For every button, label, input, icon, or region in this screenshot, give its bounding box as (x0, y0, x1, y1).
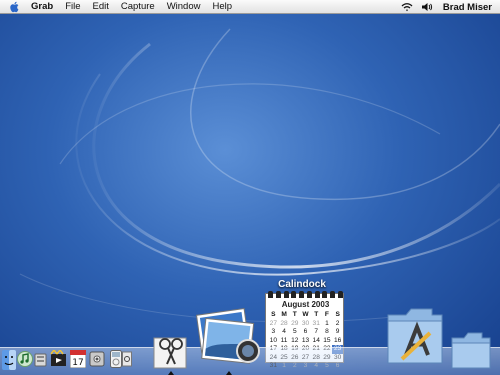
calendar-day: 1 (325, 319, 329, 327)
calendar-day: 2 (335, 319, 340, 327)
grab-app-icon[interactable] (122, 350, 132, 368)
system-preferences-icon[interactable] (89, 350, 105, 368)
calendar-day-header: M (281, 311, 287, 318)
menu-capture[interactable]: Capture (121, 1, 155, 12)
calendar-day: 10 (269, 336, 278, 344)
menu-extras: Brad Miser (393, 0, 492, 14)
calendar-day-header: F (324, 311, 329, 318)
menu-bar: Grab File Edit Capture Window Help Brad … (0, 0, 500, 14)
calendar-day: 16 (333, 336, 342, 344)
calendar-day: 8 (325, 328, 329, 335)
calendar-day: 28 (280, 319, 288, 327)
applications-folder-icon[interactable] (386, 305, 446, 368)
calendar-day: 11 (280, 336, 288, 344)
finder-icon[interactable] (2, 350, 16, 370)
running-indicator (226, 371, 232, 375)
calendar-day: 15 (323, 336, 331, 344)
calendar-rings (268, 291, 343, 298)
calendar-day: 12 (291, 336, 299, 344)
wifi-icon[interactable] (401, 2, 413, 12)
menu-help[interactable]: Help (212, 1, 232, 12)
calendar-day: 5 (292, 328, 297, 335)
itunes-icon[interactable] (17, 350, 33, 368)
calendar-day: 27 (269, 319, 278, 327)
calendar-day: 3 (271, 328, 276, 335)
documents-folder-icon[interactable] (450, 330, 492, 370)
user-name[interactable]: Brad Miser (443, 2, 492, 13)
apple-icon[interactable] (9, 1, 21, 13)
ipod-icon[interactable] (110, 350, 122, 368)
calendar-day: 30 (301, 319, 310, 327)
calendar-day-header: T (314, 311, 319, 318)
iphoto-icon[interactable] (192, 305, 267, 371)
grab-icon[interactable] (152, 330, 190, 370)
running-indicator (168, 371, 174, 375)
calendar-day: 29 (291, 319, 299, 327)
calendar-day-header: S (335, 311, 340, 318)
calendar-day: 14 (312, 336, 320, 344)
calendar-day: 13 (301, 336, 310, 344)
preferences-icon[interactable] (34, 352, 47, 368)
volume-icon[interactable] (421, 2, 433, 12)
calendar-month-title: August 2003 (281, 300, 330, 309)
calendar-day-header: S (271, 311, 276, 318)
calendar-day: 31 (312, 319, 320, 327)
menu-edit[interactable]: Edit (93, 1, 109, 12)
calindock-label: Calindock (278, 279, 326, 290)
svg-text:17: 17 (72, 358, 83, 368)
menu-file[interactable]: File (65, 1, 80, 12)
imovie-icon[interactable] (50, 350, 67, 368)
calendar-day-header: T (292, 311, 297, 318)
calendar-day-header: W (302, 311, 309, 318)
calendar-day: 9 (335, 328, 340, 335)
calendar-day: 6 (303, 328, 308, 335)
menu-app-grab[interactable]: Grab (31, 1, 53, 12)
calendar-day: 7 (314, 328, 319, 335)
ical-icon[interactable]: 17 (70, 350, 86, 368)
menu-window[interactable]: Window (167, 1, 201, 12)
calendar-day: 4 (282, 328, 286, 335)
